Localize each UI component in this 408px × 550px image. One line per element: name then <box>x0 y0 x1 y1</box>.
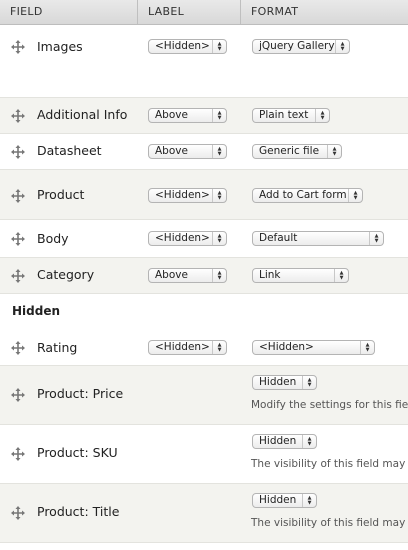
updown-arrow-icon: ▲ ▼ <box>212 341 226 354</box>
label-select[interactable]: Above ▲ ▼ <box>148 144 227 159</box>
format-select[interactable]: Hidden ▲ ▼ <box>252 493 317 508</box>
drag-handle-icon[interactable] <box>11 109 25 123</box>
field-description: The visibility of this field may <box>251 458 406 470</box>
format-select[interactable]: Hidden ▲ ▼ <box>252 434 317 449</box>
updown-arrow-icon: ▲ ▼ <box>348 189 362 202</box>
updown-arrow-icon: ▲ ▼ <box>212 269 226 282</box>
label-select[interactable]: Above ▲ ▼ <box>148 268 227 283</box>
updown-arrow-icon: ▲ ▼ <box>212 189 226 202</box>
format-select[interactable]: Plain text ▲ ▼ <box>252 108 330 123</box>
drag-handle-icon[interactable] <box>11 145 25 159</box>
table-row: Body <Hidden> ▲ ▼ Default ▲ ▼ <box>0 220 408 258</box>
field-description: The visibility of this field may <box>251 517 406 529</box>
field-name: Product <box>37 187 85 202</box>
updown-arrow-icon: ▲ ▼ <box>335 40 349 53</box>
updown-arrow-icon: ▲ ▼ <box>212 40 226 53</box>
updown-arrow-icon: ▲ ▼ <box>302 435 316 448</box>
drag-handle-icon[interactable] <box>11 232 25 246</box>
format-select[interactable]: Generic file ▲ ▼ <box>252 144 342 159</box>
label-select[interactable]: <Hidden> ▲ ▼ <box>148 188 227 203</box>
field-name: Datasheet <box>37 143 102 158</box>
table-row: Product: SKU Hidden ▲ ▼ The visibility of … <box>0 425 408 484</box>
format-select[interactable]: jQuery Gallery ▲ ▼ <box>252 39 350 54</box>
updown-arrow-icon: ▲ ▼ <box>302 494 316 507</box>
updown-arrow-icon: ▲ ▼ <box>212 232 226 245</box>
hidden-section-title: Hidden <box>12 304 61 318</box>
field-name: Product: Title <box>37 504 120 519</box>
header-label: LABEL <box>137 0 240 24</box>
table-header: FIELD LABEL FORMAT <box>0 0 408 25</box>
updown-arrow-icon: ▲ ▼ <box>302 376 316 389</box>
updown-arrow-icon: ▲ ▼ <box>360 341 374 354</box>
drag-handle-icon[interactable] <box>11 506 25 520</box>
updown-arrow-icon: ▲ ▼ <box>369 232 383 245</box>
field-name: Additional Info <box>37 107 128 122</box>
label-select[interactable]: <Hidden> ▲ ▼ <box>148 340 227 355</box>
field-name: Product: SKU <box>37 445 118 460</box>
format-select[interactable]: Link ▲ ▼ <box>252 268 349 283</box>
format-select[interactable]: Default ▲ ▼ <box>252 231 384 246</box>
field-description: Modify the settings for this fie <box>251 399 408 411</box>
hidden-section-row: Hidden <box>0 294 408 328</box>
updown-arrow-icon: ▲ ▼ <box>212 109 226 122</box>
label-select[interactable]: <Hidden> ▲ ▼ <box>148 39 227 54</box>
drag-handle-icon[interactable] <box>11 341 25 355</box>
updown-arrow-icon: ▲ ▼ <box>315 109 329 122</box>
label-select[interactable]: <Hidden> ▲ ▼ <box>148 231 227 246</box>
drag-handle-icon[interactable] <box>11 388 25 402</box>
field-name: Images <box>37 39 83 54</box>
format-select[interactable]: Add to Cart form ▲ ▼ <box>252 188 363 203</box>
table-row: Product: Title Hidden ▲ ▼ The visibility o… <box>0 484 408 543</box>
table-row: Additional Info Above ▲ ▼ Plain text ▲ ▼ <box>0 98 408 134</box>
table-row: Datasheet Above ▲ ▼ Generic file ▲ ▼ <box>0 134 408 170</box>
field-name: Rating <box>37 340 78 355</box>
format-select[interactable]: Hidden ▲ ▼ <box>252 375 317 390</box>
field-name: Body <box>37 231 69 246</box>
field-name: Product: Price <box>37 386 124 401</box>
format-select[interactable]: <Hidden> ▲ ▼ <box>252 340 375 355</box>
header-format: FORMAT <box>240 0 408 24</box>
drag-handle-icon[interactable] <box>11 447 25 461</box>
updown-arrow-icon: ▲ ▼ <box>327 145 341 158</box>
updown-arrow-icon: ▲ ▼ <box>212 145 226 158</box>
label-select[interactable]: Above ▲ ▼ <box>148 108 227 123</box>
table-row: Product: Price Hidden ▲ ▼ Modify the setti… <box>0 366 408 425</box>
table-row: Images <Hidden> ▲ ▼ jQuery Gallery ▲ ▼ <box>0 25 408 98</box>
drag-handle-icon[interactable] <box>11 189 25 203</box>
table-row: Product <Hidden> ▲ ▼ Add to Cart form ▲ ▼ <box>0 170 408 220</box>
updown-arrow-icon: ▲ ▼ <box>334 269 348 282</box>
drag-handle-icon[interactable] <box>11 269 25 283</box>
table-row: Rating <Hidden> ▲ ▼ <Hidden> ▲ ▼ <box>0 328 408 366</box>
table-row: Category Above ▲ ▼ Link ▲ ▼ <box>0 258 408 294</box>
field-name: Category <box>37 267 95 282</box>
drag-handle-icon[interactable] <box>11 40 25 54</box>
header-field: FIELD <box>10 5 43 18</box>
